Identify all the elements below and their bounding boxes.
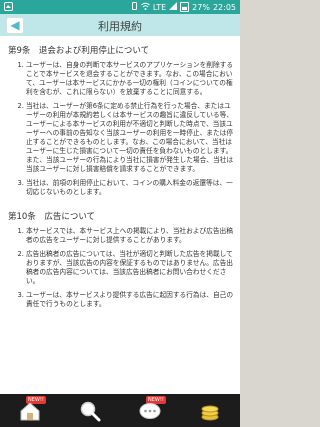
clock: 22:05 (212, 2, 236, 12)
app-icon (4, 2, 13, 13)
article-9-list: ユーザーは、自身の判断で本サービスのアプリケーションを削除することで本サービスを… (8, 61, 234, 197)
title-bar: ◀ 利用規約 (0, 14, 240, 36)
tab-home[interactable]: NEW!! (10, 395, 50, 426)
search-icon (80, 401, 101, 421)
list-item: 本サービスでは、本サービス上への掲載により、当社および広告出稿者の広告をユーザー… (26, 227, 234, 245)
coins-icon (201, 405, 219, 420)
list-item: ユーザーは、本サービスより提供する広告に起因する行為は、自己の責任で行うものとし… (26, 291, 234, 309)
signal-icon (169, 2, 178, 12)
section-heading: 第10条 広告について (8, 212, 96, 222)
terms-content[interactable]: 第9条 退会および利用停止について ユーザーは、自身の判断で本サービスのアプリケ… (0, 36, 240, 394)
page-title: 利用規約 (98, 20, 142, 33)
tab-bar: NEW!! NEW!! (0, 394, 240, 427)
chat-bubble-icon (139, 402, 161, 419)
status-bar: LTE 27% 22:05 (0, 0, 240, 14)
tab-chat[interactable]: NEW!! (130, 395, 170, 426)
tab-search[interactable] (70, 396, 110, 426)
section-article-10: 第10条 広告について 本サービスでは、本サービス上への掲載により、当社および広… (0, 202, 240, 309)
list-item: 広告出稿者の広告については、当社が適切と判断した広告を掲載しておりますが、当該広… (26, 250, 234, 286)
list-item: 当社は、ユーザーが第6条に定める禁止行為を行った場合、またはユーザーの利用が本規… (26, 102, 234, 174)
list-item: 当社は、前項の利用停止において、コインの購入料金の返還等は、一切応じないものとし… (26, 179, 234, 197)
section-article-9: 第9条 退会および利用停止について ユーザーは、自身の判断で本サービスのアプリケ… (0, 36, 240, 197)
vibrate-icon (131, 2, 138, 12)
section-heading: 第9条 退会および利用停止について (8, 46, 150, 56)
network-type: LTE (152, 2, 167, 12)
article-10-list: 本サービスでは、本サービス上への掲載により、当社および広告出稿者の広告をユーザー… (8, 227, 234, 309)
battery-icon (180, 2, 190, 12)
list-item: ユーザーは、自身の判断で本サービスのアプリケーションを削除することで本サービスを… (26, 61, 234, 97)
tab-coins[interactable] (190, 396, 230, 426)
house-icon (20, 401, 40, 420)
battery-level: 27% (192, 2, 210, 12)
wifi-icon (141, 2, 150, 12)
